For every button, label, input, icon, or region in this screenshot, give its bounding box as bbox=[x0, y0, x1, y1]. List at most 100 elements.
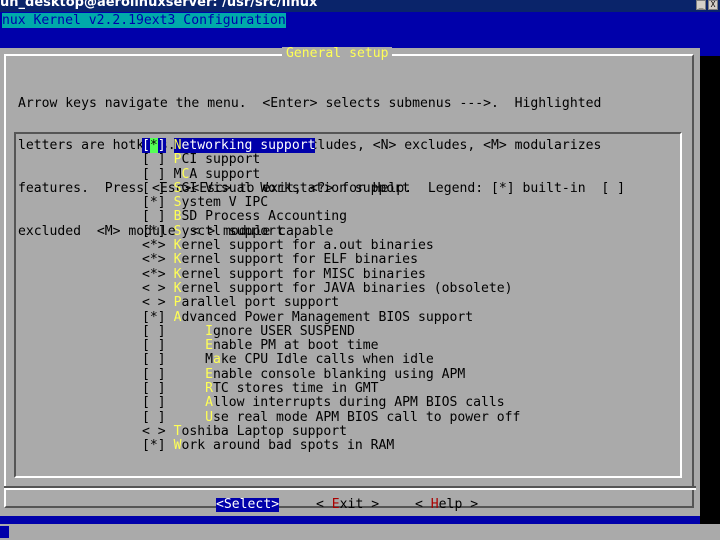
menu-item[interactable]: [ ] Make CPU Idle calls when idle bbox=[142, 353, 520, 367]
option-state: * bbox=[149, 438, 158, 454]
menu-item[interactable]: [*] Work around bad spots in RAM bbox=[142, 439, 520, 453]
terminal-heading: nux Kernel v2.2.19ext3 Configuration bbox=[2, 13, 286, 28]
option-label: Kernel support for a.out binaries bbox=[174, 238, 434, 253]
option-state bbox=[150, 152, 158, 167]
menu-item[interactable]: [*] Networking support bbox=[142, 138, 520, 153]
option-label-text: CI support bbox=[181, 152, 261, 168]
exit-button[interactable]: < Exit > bbox=[316, 497, 380, 512]
option-label: Enable PM at boot time bbox=[205, 338, 378, 353]
option-label: Networking support bbox=[173, 138, 316, 153]
option-state bbox=[150, 338, 158, 353]
option-state bbox=[150, 352, 158, 367]
button-bracket: < bbox=[316, 497, 332, 512]
menu-item[interactable]: [ ] PCI support bbox=[142, 153, 520, 167]
menu-item[interactable]: [ ] BSD Process Accounting bbox=[142, 210, 520, 224]
option-bracket: ] bbox=[157, 209, 166, 225]
option-bracket: ] bbox=[157, 138, 166, 153]
option-label-text: GI Visual Workstation support bbox=[181, 180, 411, 196]
option-indent bbox=[166, 238, 174, 253]
option-indent bbox=[166, 295, 174, 310]
option-bracket: [ bbox=[142, 152, 150, 168]
option-label: SGI Visual Workstation support bbox=[174, 181, 411, 196]
option-label: Sysctl support bbox=[174, 224, 284, 239]
button-bracket: > bbox=[363, 497, 380, 512]
option-bracket: ] bbox=[157, 180, 166, 196]
minimize-button[interactable]: _ bbox=[696, 0, 706, 10]
option-indent bbox=[166, 395, 205, 410]
option-state bbox=[150, 424, 158, 439]
menu-item[interactable]: [ ] Use real mode APM BIOS call to power… bbox=[142, 410, 520, 425]
option-bracket: ] bbox=[157, 323, 166, 339]
menu-item[interactable]: [ ] RTC stores time in GMT bbox=[142, 381, 520, 397]
menu-items[interactable]: [*] Networking support[ ] PCI support[ ]… bbox=[142, 138, 520, 454]
window-title: un_desktop@aerolinuxserver: /usr/src/lin… bbox=[0, 0, 318, 10]
option-bracket: [ bbox=[142, 180, 150, 196]
window-titlebar[interactable]: un_desktop@aerolinuxserver: /usr/src/lin… bbox=[0, 0, 720, 12]
menu-item[interactable]: [ ] Allow interrupts during APM BIOS cal… bbox=[142, 396, 520, 410]
option-label: Enable console blanking using APM bbox=[205, 367, 465, 382]
option-label: Parallel port support bbox=[174, 295, 340, 310]
option-label: Kernel support for JAVA binaries (obsole… bbox=[174, 281, 513, 296]
menu-item[interactable]: [ ] Ignore USER SUSPEND bbox=[142, 323, 520, 339]
option-label-text: ernel support for a.out binaries bbox=[181, 238, 434, 254]
option-label-text: ernel support for JAVA binaries (obsolet… bbox=[181, 280, 513, 296]
option-indent bbox=[166, 352, 205, 367]
option-bracket: [ bbox=[142, 323, 150, 339]
option-bracket: > bbox=[157, 280, 166, 296]
option-indent bbox=[166, 367, 205, 382]
option-bracket: [ bbox=[142, 195, 150, 211]
option-indent bbox=[166, 152, 174, 167]
option-indent bbox=[166, 324, 205, 339]
option-label: Toshiba Laptop support bbox=[174, 424, 347, 439]
option-label-text: SD Process Accounting bbox=[181, 209, 347, 225]
option-hotkey: R bbox=[205, 381, 213, 397]
option-bracket: ] bbox=[157, 152, 166, 168]
menu-item[interactable]: [ ] Enable PM at boot time bbox=[142, 339, 520, 353]
option-label-text: arallel port support bbox=[181, 295, 340, 311]
option-bracket: > bbox=[157, 295, 166, 311]
option-state: * bbox=[149, 223, 158, 239]
option-indent bbox=[166, 338, 205, 353]
close-button[interactable]: X bbox=[708, 0, 718, 10]
option-bracket: ] bbox=[157, 366, 166, 382]
option-indent bbox=[166, 138, 174, 153]
menu-item[interactable]: [*] Sysctl support bbox=[142, 223, 520, 239]
menu-item[interactable]: [*] Advanced Power Management BIOS suppo… bbox=[142, 310, 520, 325]
option-bracket: > bbox=[157, 238, 166, 254]
terminal-footer bbox=[0, 524, 720, 540]
option-hotkey: a bbox=[212, 352, 221, 368]
option-label: Use real mode APM BIOS call to power off bbox=[205, 410, 520, 425]
option-bracket: [ bbox=[142, 138, 150, 153]
menu-item[interactable]: <*> Kernel support for MISC binaries bbox=[142, 267, 520, 282]
option-indent bbox=[166, 195, 174, 210]
menu-item[interactable]: < > Kernel support for JAVA binaries (ob… bbox=[142, 280, 520, 296]
option-label: Allow interrupts during APM BIOS calls bbox=[205, 395, 505, 410]
menu-item[interactable]: <*> Kernel support for ELF binaries bbox=[142, 253, 520, 267]
option-label-text: etworking support bbox=[181, 138, 316, 153]
select-button[interactable]: <Select> bbox=[216, 497, 280, 513]
option-label: Kernel support for MISC binaries bbox=[174, 267, 426, 282]
option-bracket: < bbox=[142, 423, 150, 439]
option-label-text: ork around bad spots in RAM bbox=[181, 438, 395, 454]
option-bracket: [ bbox=[142, 381, 150, 397]
menu-item[interactable]: < > Toshiba Laptop support bbox=[142, 423, 520, 439]
terminal[interactable]: nux Kernel v2.2.19ext3 Configuration Gen… bbox=[0, 12, 720, 540]
option-bracket: ] bbox=[157, 438, 166, 454]
option-bracket: ] bbox=[157, 223, 166, 239]
option-label-text: nable console blanking using APM bbox=[212, 366, 466, 382]
menu-item[interactable]: <*> Kernel support for a.out binaries bbox=[142, 238, 520, 254]
button-bracket: < bbox=[415, 497, 431, 512]
menu-item[interactable]: < > Parallel port support bbox=[142, 296, 520, 310]
menu-item[interactable]: [ ] SGI Visual Workstation support bbox=[142, 180, 520, 196]
menu-item[interactable]: [ ] Enable console blanking using APM bbox=[142, 366, 520, 382]
option-label: Kernel support for ELF binaries bbox=[174, 252, 418, 267]
option-bracket: < bbox=[142, 295, 150, 311]
menu-item[interactable]: [ ] MCA support bbox=[142, 166, 520, 182]
option-label-text: oshiba Laptop support bbox=[181, 423, 347, 439]
option-label-text: A support bbox=[189, 166, 261, 182]
option-indent bbox=[166, 224, 174, 239]
menu-item[interactable]: [*] System V IPC bbox=[142, 196, 520, 210]
help-button[interactable]: < Help > bbox=[415, 497, 478, 512]
config-title: nux Kernel v2.2.19ext3 Configuration bbox=[2, 13, 286, 28]
option-label-text: ke CPU Idle calls when idle bbox=[220, 352, 434, 368]
